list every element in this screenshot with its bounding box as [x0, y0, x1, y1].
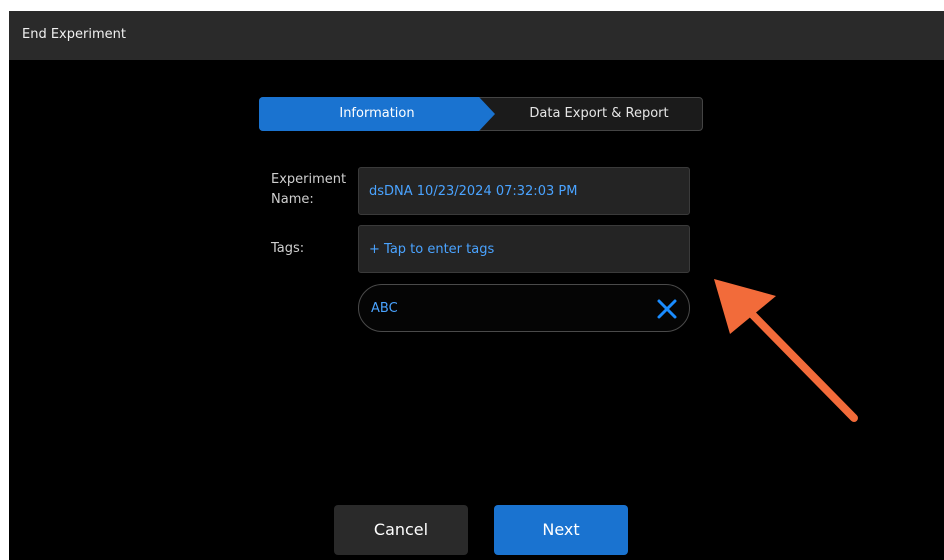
- tags-placeholder: + Tap to enter tags: [369, 242, 495, 257]
- arrow-icon: [704, 276, 904, 446]
- stepper: Information Data Export & Report: [259, 97, 703, 131]
- cancel-button[interactable]: Cancel: [334, 505, 468, 555]
- next-button[interactable]: Next: [494, 505, 628, 555]
- experiment-name-field[interactable]: dsDNA 10/23/2024 07:32:03 PM: [358, 167, 690, 215]
- close-icon[interactable]: [655, 297, 679, 321]
- title-bar: End Experiment: [9, 11, 944, 60]
- tags-label: Tags:: [271, 241, 305, 256]
- tag-chip: ABC: [358, 284, 690, 332]
- tag-chip-label: ABC: [371, 301, 398, 316]
- experiment-name-value: dsDNA 10/23/2024 07:32:03 PM: [369, 184, 578, 199]
- experiment-name-label: Experiment Name:: [271, 172, 347, 207]
- tags-input[interactable]: + Tap to enter tags: [358, 225, 690, 273]
- window-title: End Experiment: [22, 27, 126, 42]
- step-information-label: Information: [339, 106, 415, 121]
- step-data-export-label: Data Export & Report: [529, 106, 669, 121]
- end-experiment-window: End Experiment Information Data Export &…: [9, 11, 944, 560]
